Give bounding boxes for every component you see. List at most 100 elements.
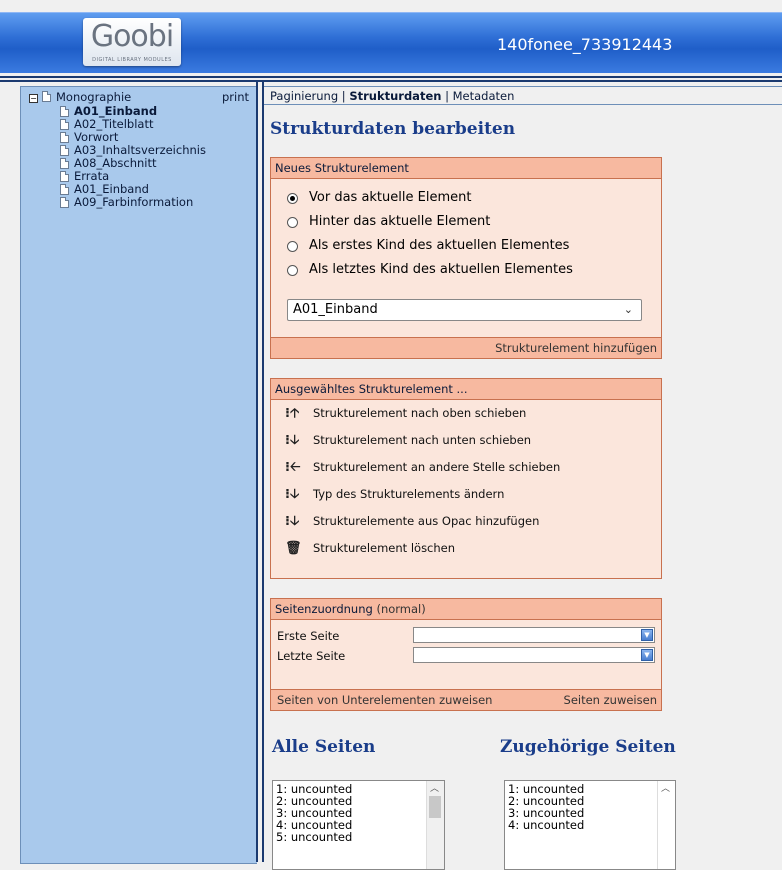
assign-pages-link[interactable]: Seiten zuweisen — [564, 690, 657, 710]
arrow-left-icon[interactable]: ⁝🡠 — [285, 461, 301, 475]
related-pages-title: Zugehörige Seiten — [500, 737, 676, 757]
tree-item[interactable]: A09_Farbinformation — [29, 196, 255, 209]
structure-action-label[interactable]: Strukturelement nach oben schieben — [313, 406, 526, 420]
tree-root-label[interactable]: Monographie — [56, 91, 131, 104]
app-header: Goobi DIGITAL LIBRARY MODULES 140fonee_7… — [0, 12, 782, 73]
page-assignment-footer: Seiten von Unterelementen zuweisen Seite… — [271, 689, 661, 710]
all-pages-scrollbar[interactable]: ︿ — [426, 781, 444, 869]
structure-action[interactable]: ⁝🡣 Strukturelemente aus Opac hinzufügen — [271, 510, 661, 537]
first-page-label: Erste Seite — [277, 629, 340, 643]
tab-separator: | — [341, 89, 346, 103]
radio-button[interactable] — [287, 217, 298, 228]
collapse-icon[interactable]: − — [29, 94, 38, 103]
tab-structure[interactable]: Strukturdaten — [349, 89, 441, 103]
structure-action[interactable]: 🗑 Strukturelement löschen — [271, 537, 661, 564]
related-pages-list[interactable]: 1: uncounted 2: uncounted 3: uncounted 4: u… — [504, 780, 676, 870]
tree-item[interactable]: A02_Titelblatt — [29, 118, 255, 131]
radio-label[interactable]: Als letztes Kind des aktuellen Elementes — [309, 262, 573, 277]
all-pages-list[interactable]: 1: uncounted 2: uncounted 3: uncounted 4: u… — [272, 780, 445, 870]
tab-pagination[interactable]: Paginierung — [270, 89, 338, 103]
process-title: 140fonee_733912443 — [497, 35, 673, 54]
structure-action[interactable]: ⁝🡣 Strukturelement nach unten schieben — [271, 429, 661, 456]
tree-item[interactable]: A08_Abschnitt — [29, 157, 255, 170]
document-icon — [60, 119, 69, 130]
structure-action[interactable]: ⁝🡡 Strukturelement nach oben schieben — [271, 402, 661, 429]
radio-label[interactable]: Vor das aktuelle Element — [309, 190, 471, 205]
structure-action-label[interactable]: Strukturelement nach unten schieben — [313, 433, 531, 447]
radio-label[interactable]: Als erstes Kind des aktuellen Elementes — [309, 238, 569, 253]
logo-subtitle: DIGITAL LIBRARY MODULES — [92, 57, 172, 63]
element-type-select[interactable]: A01_Einband ⌄ — [287, 299, 642, 321]
new-element-footer: Strukturelement hinzufügen — [271, 337, 661, 358]
logo-text: Goobi — [90, 19, 174, 54]
list-item[interactable]: 4: uncounted — [505, 819, 675, 831]
element-type-value: A01_Einband — [293, 302, 378, 317]
page-assignment-header: Seitenzuordnung (normal) — [271, 599, 661, 620]
tab-metadata[interactable]: Metadaten — [453, 89, 515, 103]
top-strip — [0, 0, 782, 12]
structure-action[interactable]: ⁝🡣 Typ des Strukturelements ändern — [271, 483, 661, 510]
dropdown-arrow-icon[interactable]: ▼ — [641, 629, 653, 641]
page-assignment-box: Seitenzuordnung (normal) Erste Seite ▼ L… — [270, 598, 662, 711]
radio-button[interactable] — [287, 241, 298, 252]
selected-element-header: Ausgewähltes Strukturelement ... — [271, 379, 661, 400]
page-assignment-title: Seitenzuordnung — [275, 602, 373, 616]
document-icon — [60, 197, 69, 208]
page-assignment-mode: (normal) — [376, 602, 426, 616]
frame-divider — [0, 76, 782, 82]
tab-underline — [264, 104, 782, 105]
last-page-row: Letzte Seite ▼ — [271, 646, 661, 666]
trash-icon[interactable]: 🗑 — [285, 542, 302, 556]
document-icon — [60, 158, 69, 169]
tree-root: − Monographie print — [29, 91, 255, 105]
document-icon — [60, 145, 69, 156]
insert-position-option[interactable]: Als letztes Kind des aktuellen Elementes — [271, 261, 661, 285]
arrow-down-icon[interactable]: ⁝🡣 — [285, 434, 301, 448]
frame-splitter[interactable] — [256, 82, 264, 862]
page-title: Strukturdaten bearbeiten — [270, 119, 516, 139]
document-icon — [60, 171, 69, 182]
radio-button[interactable] — [287, 193, 298, 204]
arrow-down-icon[interactable]: ⁝🡣 — [285, 515, 301, 529]
scroll-up-icon[interactable]: ︿ — [430, 783, 439, 795]
scroll-thumb[interactable] — [429, 796, 441, 818]
first-page-select[interactable]: ▼ — [413, 627, 655, 643]
structure-action-label[interactable]: Typ des Strukturelements ändern — [313, 487, 504, 501]
structure-tree-panel: − Monographie print A01_Einband A02_Titel… — [20, 86, 257, 864]
structure-action-label[interactable]: Strukturelemente aus Opac hinzufügen — [313, 514, 539, 528]
chevron-down-icon: ⌄ — [623, 303, 633, 316]
selected-element-box: Ausgewähltes Strukturelement ... ⁝🡡 Struk… — [270, 378, 662, 579]
document-icon — [42, 91, 51, 102]
document-icon — [60, 106, 69, 117]
related-pages-scrollbar[interactable]: ︿ — [657, 781, 675, 869]
radio-button[interactable] — [287, 265, 298, 276]
arrow-up-icon[interactable]: ⁝🡡 — [285, 407, 301, 421]
radio-label[interactable]: Hinter das aktuelle Element — [309, 214, 490, 229]
print-link[interactable]: print — [222, 91, 249, 104]
scroll-up-icon[interactable]: ︿ — [661, 783, 670, 795]
insert-position-option[interactable]: Vor das aktuelle Element — [271, 189, 661, 213]
insert-position-option[interactable]: Als erstes Kind des aktuellen Elementes — [271, 237, 661, 261]
document-icon — [60, 132, 69, 143]
main-panel: Paginierung | Strukturdaten | Metadaten … — [264, 86, 782, 870]
tab-separator: | — [445, 89, 449, 103]
last-page-label: Letzte Seite — [277, 649, 346, 663]
tab-bar: Paginierung | Strukturdaten | Metadaten — [270, 89, 514, 103]
add-element-link[interactable]: Strukturelement hinzufügen — [495, 338, 657, 358]
assign-subelement-pages-link[interactable]: Seiten von Unterelementen zuweisen — [277, 690, 492, 710]
all-pages-title: Alle Seiten — [272, 737, 376, 757]
insert-position-option[interactable]: Hinter das aktuelle Element — [271, 213, 661, 237]
goobi-logo[interactable]: Goobi DIGITAL LIBRARY MODULES — [83, 18, 181, 66]
list-item[interactable]: 5: uncounted — [273, 831, 444, 843]
structure-action-label[interactable]: Strukturelement löschen — [313, 541, 455, 555]
last-page-select[interactable]: ▼ — [413, 647, 655, 663]
new-element-header: Neues Strukturelement — [271, 158, 661, 179]
document-icon — [60, 184, 69, 195]
tree-item-label[interactable]: A09_Farbinformation — [74, 196, 193, 209]
arrow-down-icon[interactable]: ⁝🡣 — [285, 488, 301, 502]
new-element-box: Neues Strukturelement Vor das aktuelle E… — [270, 157, 662, 359]
structure-action-label[interactable]: Strukturelement an andere Stelle schiebe… — [313, 460, 560, 474]
structure-action[interactable]: ⁝🡠 Strukturelement an andere Stelle schie… — [271, 456, 661, 483]
dropdown-arrow-icon[interactable]: ▼ — [641, 649, 653, 661]
first-page-row: Erste Seite ▼ — [271, 626, 661, 646]
